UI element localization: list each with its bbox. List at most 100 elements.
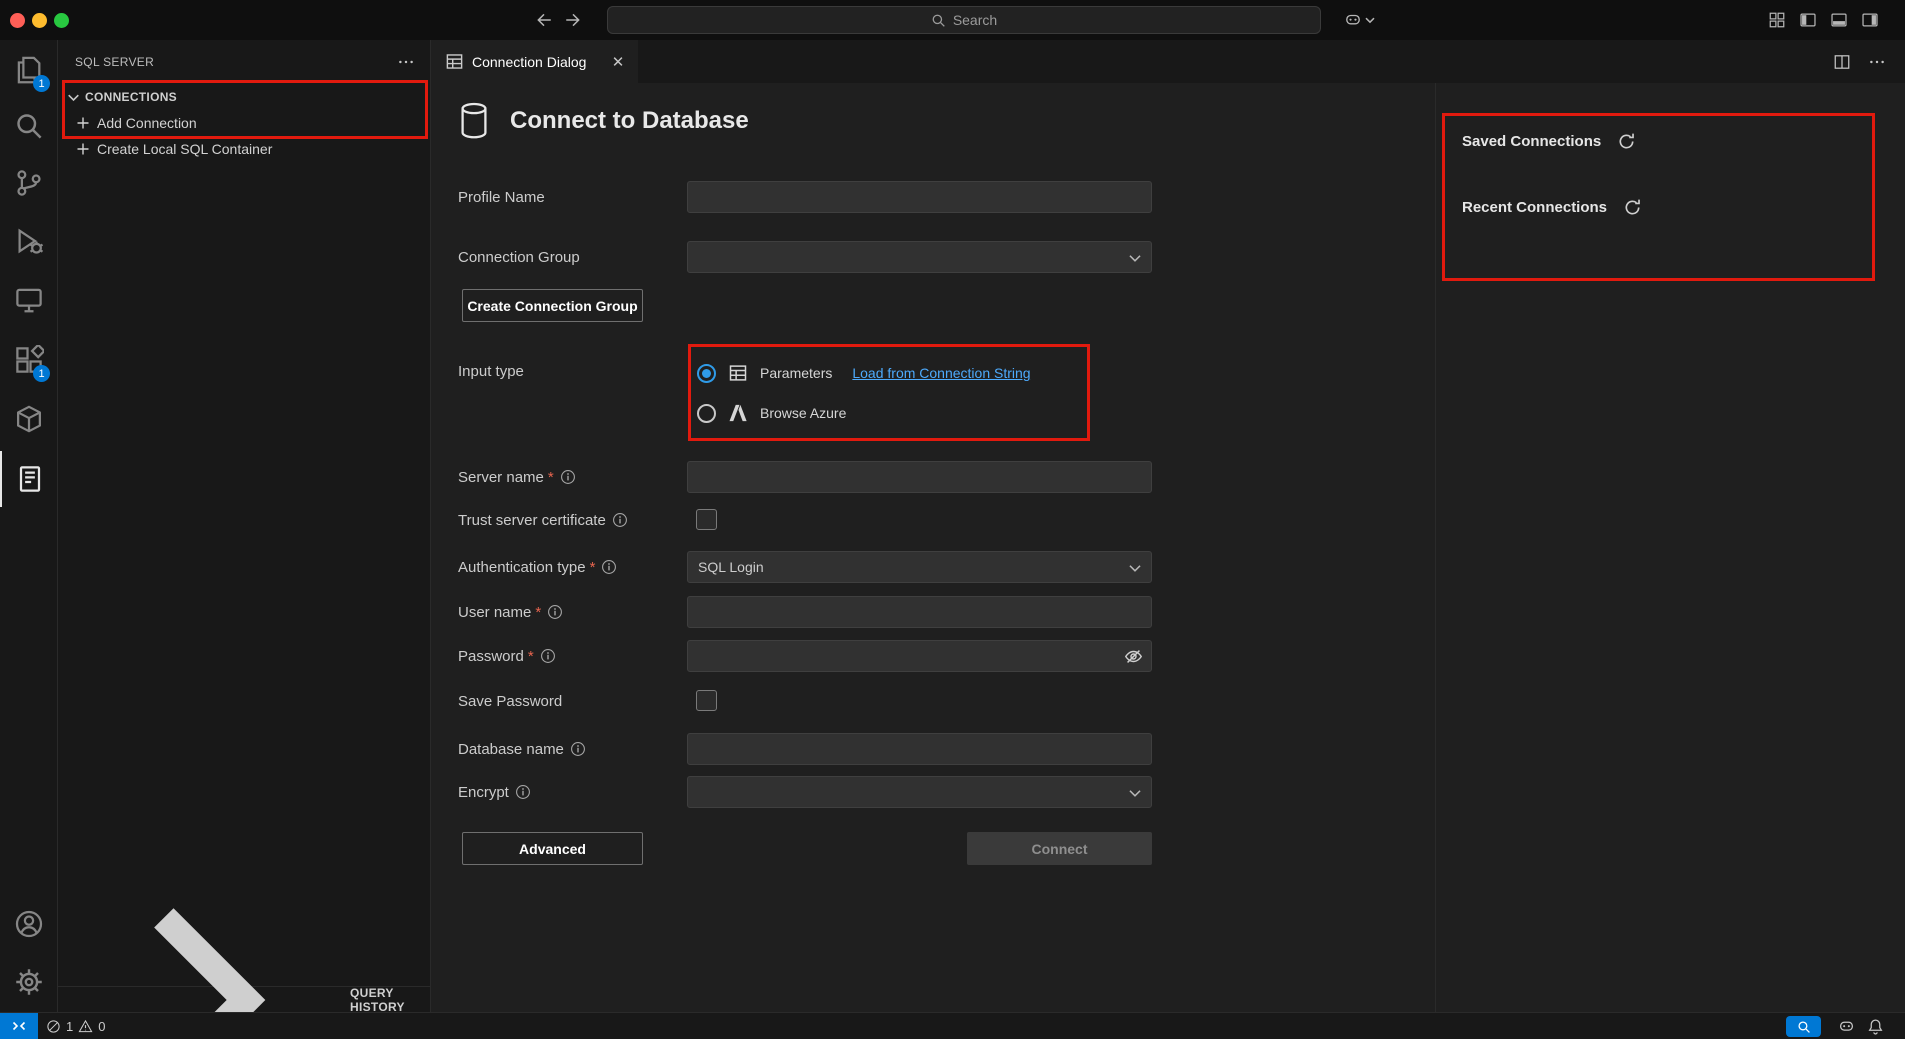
search-placeholder: Search xyxy=(953,12,997,28)
title-bar: Search xyxy=(0,0,1905,40)
editor-area: Connection Dialog ✕ Connect to Database … xyxy=(431,40,1905,1012)
error-count: 1 xyxy=(66,1019,73,1034)
browse-azure-radio[interactable] xyxy=(697,404,716,423)
info-icon xyxy=(547,604,563,620)
profile-name-label: Profile Name xyxy=(458,189,545,206)
forward-icon[interactable] xyxy=(560,8,586,32)
refresh-icon[interactable] xyxy=(1617,132,1636,151)
database-icon xyxy=(458,102,490,140)
plus-icon xyxy=(75,141,91,157)
info-icon xyxy=(515,784,531,800)
split-editor-icon[interactable] xyxy=(1830,50,1854,74)
toggle-sidebar-icon[interactable] xyxy=(1795,8,1821,32)
add-connection-item[interactable]: Add Connection xyxy=(58,110,430,136)
required-marker: * xyxy=(548,469,554,486)
info-icon xyxy=(601,559,617,575)
command-center-search[interactable]: Search xyxy=(607,6,1321,34)
trust-cert-label: Trust server certificate xyxy=(458,512,606,529)
profile-name-input[interactable] xyxy=(687,181,1152,213)
query-history-section-header[interactable]: QUERY HISTORY xyxy=(58,986,430,1012)
table-icon xyxy=(728,363,748,383)
window-minimize-button[interactable] xyxy=(32,13,47,28)
recent-connections-label: Recent Connections xyxy=(1462,199,1607,216)
remote-indicator-icon xyxy=(11,1018,27,1034)
sidebar-item-accounts[interactable] xyxy=(0,896,57,952)
save-password-checkbox[interactable] xyxy=(696,690,717,711)
info-icon xyxy=(560,469,576,485)
sidebar-item-sql-server[interactable] xyxy=(0,451,57,507)
auth-type-value: SQL Login xyxy=(698,559,764,575)
chevron-down-icon xyxy=(1126,784,1144,802)
auth-type-label: Authentication type xyxy=(458,559,586,576)
server-name-input[interactable] xyxy=(687,461,1152,493)
create-local-sql-container-item[interactable]: Create Local SQL Container xyxy=(58,136,430,162)
error-icon xyxy=(46,1019,61,1034)
create-connection-group-button[interactable]: Create Connection Group xyxy=(462,289,643,322)
window-zoom-button[interactable] xyxy=(54,13,69,28)
connections-section-header[interactable]: CONNECTIONS xyxy=(58,84,430,110)
sidebar-item-extensions[interactable]: 1 xyxy=(0,332,57,388)
connections-header-label: CONNECTIONS xyxy=(85,90,177,104)
sidebar-item-search[interactable] xyxy=(0,98,57,154)
search-icon xyxy=(14,111,44,141)
encrypt-select[interactable] xyxy=(687,776,1152,808)
copilot-icon[interactable] xyxy=(1833,1014,1859,1038)
advanced-button[interactable]: Advanced xyxy=(462,832,643,865)
browse-azure-option-row: Browse Azure xyxy=(697,397,846,429)
toggle-panel-icon[interactable] xyxy=(1826,8,1852,32)
connection-group-row: Connection Group xyxy=(431,241,1435,273)
sidebar-item-settings[interactable] xyxy=(0,954,57,1010)
save-password-label: Save Password xyxy=(458,693,562,710)
page-title: Connect to Database xyxy=(510,107,749,135)
back-icon[interactable] xyxy=(531,8,557,32)
sidebar-item-run-debug[interactable] xyxy=(0,213,57,269)
load-from-connection-string-link[interactable]: Load from Connection String xyxy=(852,365,1030,381)
sidebar-item-source-control[interactable] xyxy=(0,155,57,211)
close-icon[interactable]: ✕ xyxy=(608,52,628,72)
database-name-input[interactable] xyxy=(687,733,1152,765)
eye-off-icon[interactable] xyxy=(1124,647,1143,666)
more-actions-icon[interactable] xyxy=(1865,50,1889,74)
remote-indicator[interactable] xyxy=(0,1013,38,1039)
password-input[interactable] xyxy=(687,640,1152,672)
parameters-option-row: Parameters Load from Connection String xyxy=(697,357,1031,389)
connection-dialog: Connect to Database Profile Name Connect… xyxy=(431,83,1435,1012)
save-password-row: Save Password xyxy=(431,685,1435,717)
package-icon xyxy=(14,404,44,434)
window-close-button[interactable] xyxy=(10,13,25,28)
connection-group-select[interactable] xyxy=(687,241,1152,273)
parameters-option-label: Parameters xyxy=(760,365,832,381)
user-name-label: User name xyxy=(458,604,531,621)
settings-gear-icon xyxy=(14,967,44,997)
authentication-type-select[interactable]: SQL Login xyxy=(687,551,1152,583)
user-name-input[interactable] xyxy=(687,596,1152,628)
customize-layout-icon[interactable] xyxy=(1764,8,1790,32)
password-label: Password xyxy=(458,648,524,665)
explorer-badge: 1 xyxy=(33,75,50,92)
sidebar-item-remote-explorer[interactable] xyxy=(0,272,57,328)
info-icon xyxy=(612,512,628,528)
source-control-icon xyxy=(14,168,44,198)
connect-button[interactable]: Connect xyxy=(967,832,1152,865)
trust-server-certificate-checkbox[interactable] xyxy=(696,509,717,530)
tab-connection-dialog[interactable]: Connection Dialog ✕ xyxy=(431,40,638,83)
run-debug-icon xyxy=(14,226,44,256)
connections-side-panel: Saved Connections Recent Connections xyxy=(1435,83,1905,1012)
sidebar-item-explorer[interactable]: 1 xyxy=(0,42,57,98)
problems-status-item[interactable]: 1 0 xyxy=(46,1013,105,1039)
more-actions-icon[interactable] xyxy=(394,51,418,73)
zoom-status-item[interactable] xyxy=(1786,1016,1821,1037)
recent-connections-row: Recent Connections xyxy=(1462,195,1642,219)
toggle-secondary-sidebar-icon[interactable] xyxy=(1857,8,1883,32)
required-marker: * xyxy=(528,648,534,665)
bell-icon[interactable] xyxy=(1862,1014,1888,1038)
refresh-icon[interactable] xyxy=(1623,198,1642,217)
search-icon xyxy=(931,13,946,28)
encrypt-label: Encrypt xyxy=(458,784,509,801)
chevron-down-icon[interactable] xyxy=(1362,8,1378,32)
chevron-down-icon xyxy=(65,89,82,106)
info-icon xyxy=(570,741,586,757)
parameters-radio[interactable] xyxy=(697,364,716,383)
status-bar: 1 0 xyxy=(0,1012,1905,1039)
sidebar-item-packages[interactable] xyxy=(0,391,57,447)
